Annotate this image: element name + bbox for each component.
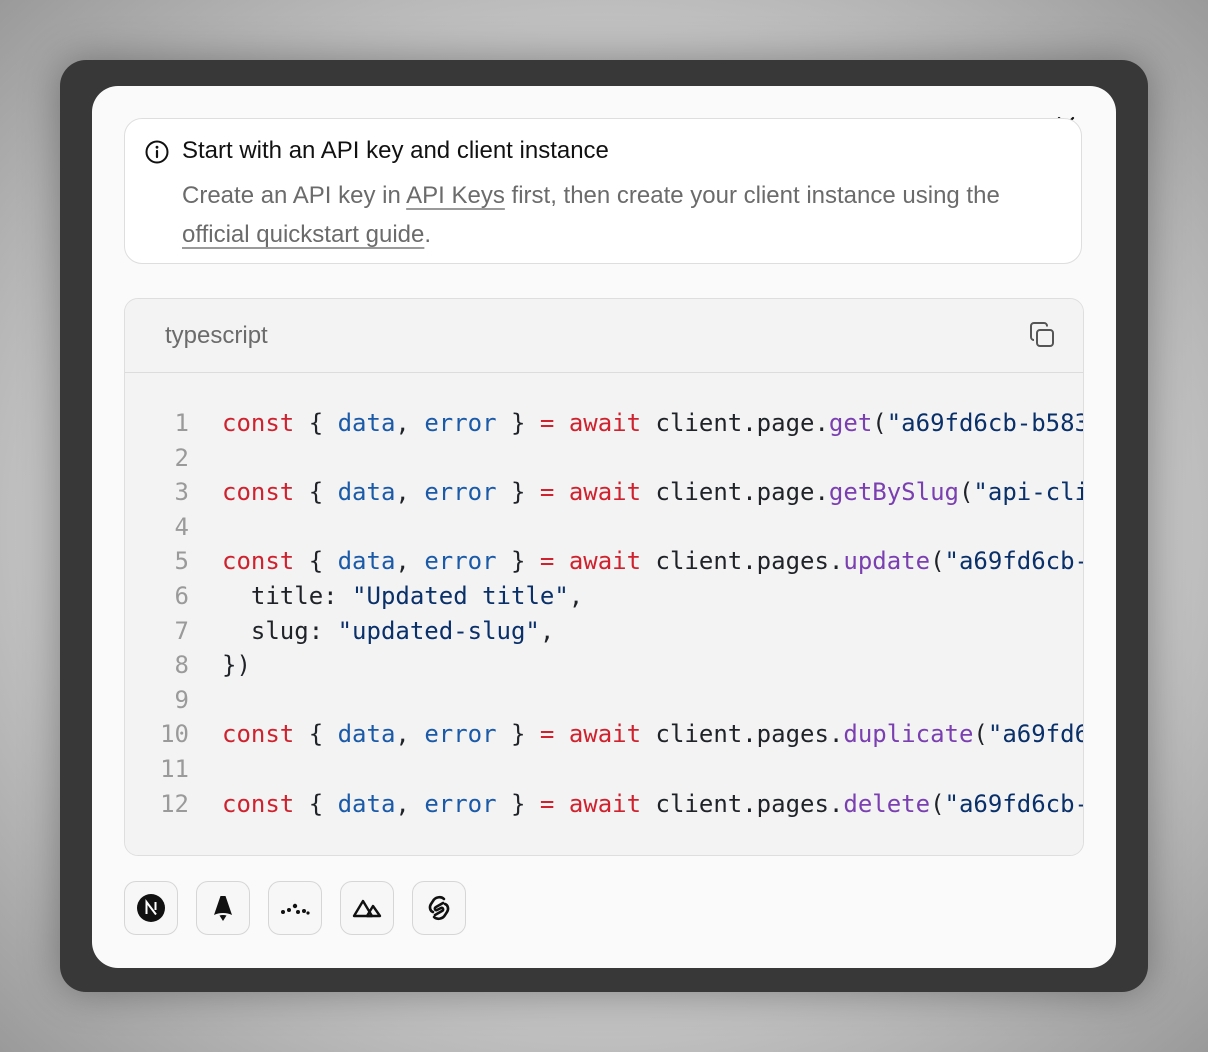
callout-title: Start with an API key and client instanc… (182, 137, 609, 164)
line-number: 12 (160, 789, 189, 818)
line-number: 4 (174, 512, 189, 541)
quickstart-guide-link[interactable]: official quickstart guide (182, 221, 424, 248)
line-number: 11 (160, 755, 189, 783)
code-line: 4 (125, 510, 1083, 544)
callout-description: Create an API key in API Keys first, the… (182, 176, 1062, 254)
nuxt-button[interactable] (340, 881, 394, 935)
copy-button[interactable] (1027, 320, 1061, 354)
line-number: 9 (174, 685, 189, 714)
astro-icon (214, 896, 232, 921)
copy-icon (1030, 322, 1054, 347)
code-line: 5 const { data, error } = await client.pa… (125, 544, 1084, 578)
code-text: const { data, error } = await client.pag… (222, 547, 1084, 576)
code-text: const { data, error } = await client.pag… (222, 409, 1084, 437)
code-line: 6 title: "Updated title", (125, 579, 1083, 613)
code-text: const { data, error } = await client.pag… (222, 789, 1084, 818)
line-number: 1 (174, 409, 189, 437)
code-text: const { data, error } = await client.pag… (222, 478, 1084, 507)
api-keys-link[interactable]: API Keys (406, 182, 505, 209)
code-line: 10 const { data, error } = await client.p… (125, 717, 1084, 751)
remix-icon (281, 903, 310, 915)
line-number: 5 (174, 547, 189, 576)
svelte-icon (428, 895, 450, 921)
code-block: typescript 1 const { data, error } = awai… (124, 298, 1084, 856)
nextjs-icon (137, 894, 165, 922)
code-line: 1 const { data, error } = await client.pa… (125, 406, 1084, 440)
code-line: 7 slug: "updated-slug", (125, 614, 1083, 648)
code-line: 8}) (125, 648, 1083, 682)
astro-button[interactable] (196, 881, 250, 935)
svelte-button[interactable] (412, 881, 466, 935)
code-line: 11 (125, 752, 1083, 786)
code-line: 12 const { data, error } = await client.p… (125, 787, 1084, 821)
line-number: 8 (174, 651, 189, 680)
desc-text-post: . (424, 221, 432, 248)
nuxt-icon (352, 899, 382, 918)
line-number: 6 (174, 582, 189, 610)
line-number: 2 (174, 443, 189, 472)
nextjs-button[interactable] (124, 881, 178, 935)
code-text: }) (222, 651, 251, 680)
info-icon (145, 140, 169, 164)
code-line: 3 const { data, error } = await client.pa… (125, 475, 1084, 509)
desc-text-mid: first, then create your client instance … (504, 182, 1000, 209)
code-text: title: "Updated title", (222, 582, 584, 610)
line-number: 3 (174, 478, 189, 507)
code-text: slug: "updated-slug", (222, 616, 555, 645)
line-number: 7 (174, 616, 189, 645)
line-number: 10 (160, 720, 189, 749)
code-text: const { data, error } = await client.pag… (222, 720, 1084, 749)
code-header: typescript (125, 299, 1083, 373)
language-label: typescript (165, 322, 268, 349)
info-callout: Start with an API key and client instanc… (124, 118, 1082, 264)
code-line: 9 (125, 683, 1083, 717)
code-body[interactable]: 1 const { data, error } = await client.pa… (125, 373, 1084, 855)
code-line: 2 (125, 441, 1083, 475)
remix-button[interactable] (268, 881, 322, 935)
desc-text-pre: Create an API key in (182, 182, 407, 209)
api-client-dialog: Start with an API key and client instanc… (92, 86, 1116, 968)
